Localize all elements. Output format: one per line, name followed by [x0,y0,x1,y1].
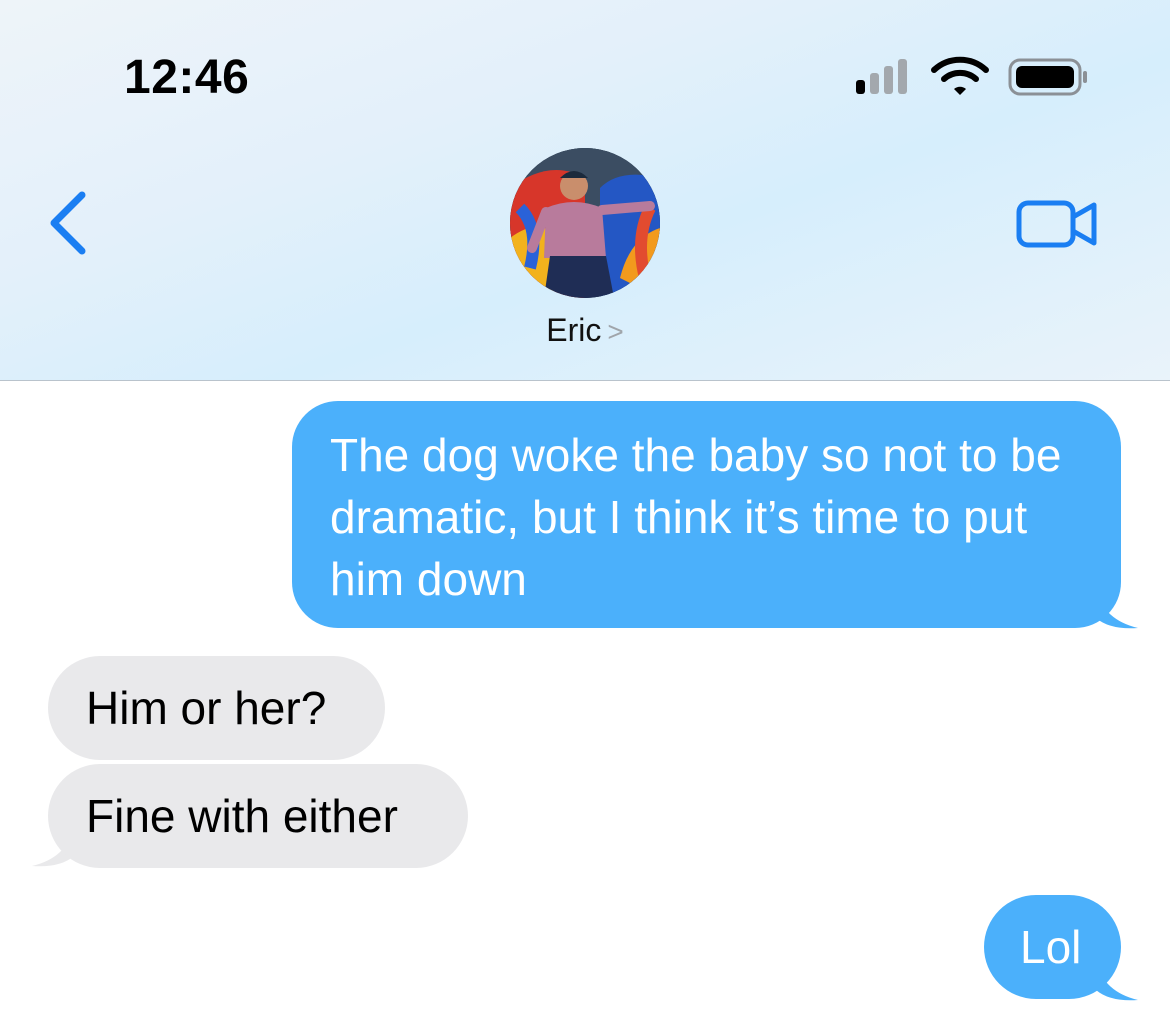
wifi-icon [931,56,989,95]
contact-avatar[interactable] [510,148,660,298]
conversation-header: 12:46 Eric > [0,0,1170,381]
chevron-right-icon: > [607,316,624,347]
status-time: 12:46 [124,51,250,104]
facetime-button[interactable] [1012,195,1102,255]
message-bubble-sent[interactable]: The dog woke the baby so not to be drama… [292,401,1121,628]
back-button[interactable] [40,185,100,265]
message-bubble-received[interactable]: Him or her? [48,656,385,760]
message-bubble-sent[interactable]: Lol [984,895,1121,999]
battery-icon [1008,58,1087,96]
avatar-photo [510,148,660,298]
message-text: Him or her? [86,682,327,734]
message-bubble-received[interactable]: Fine with either [48,764,468,868]
contact-name: Eric [546,312,602,348]
cellular-signal-icon [856,59,907,94]
message-text: Lol [1020,921,1082,973]
contact-name-button[interactable]: Eric > [0,312,1170,349]
message-text: The dog woke the baby so not to be drama… [330,429,1062,605]
chevron-left-icon [50,191,86,255]
message-text: Fine with either [86,790,398,842]
status-icons [856,56,1087,96]
video-camera-icon [1016,200,1097,248]
